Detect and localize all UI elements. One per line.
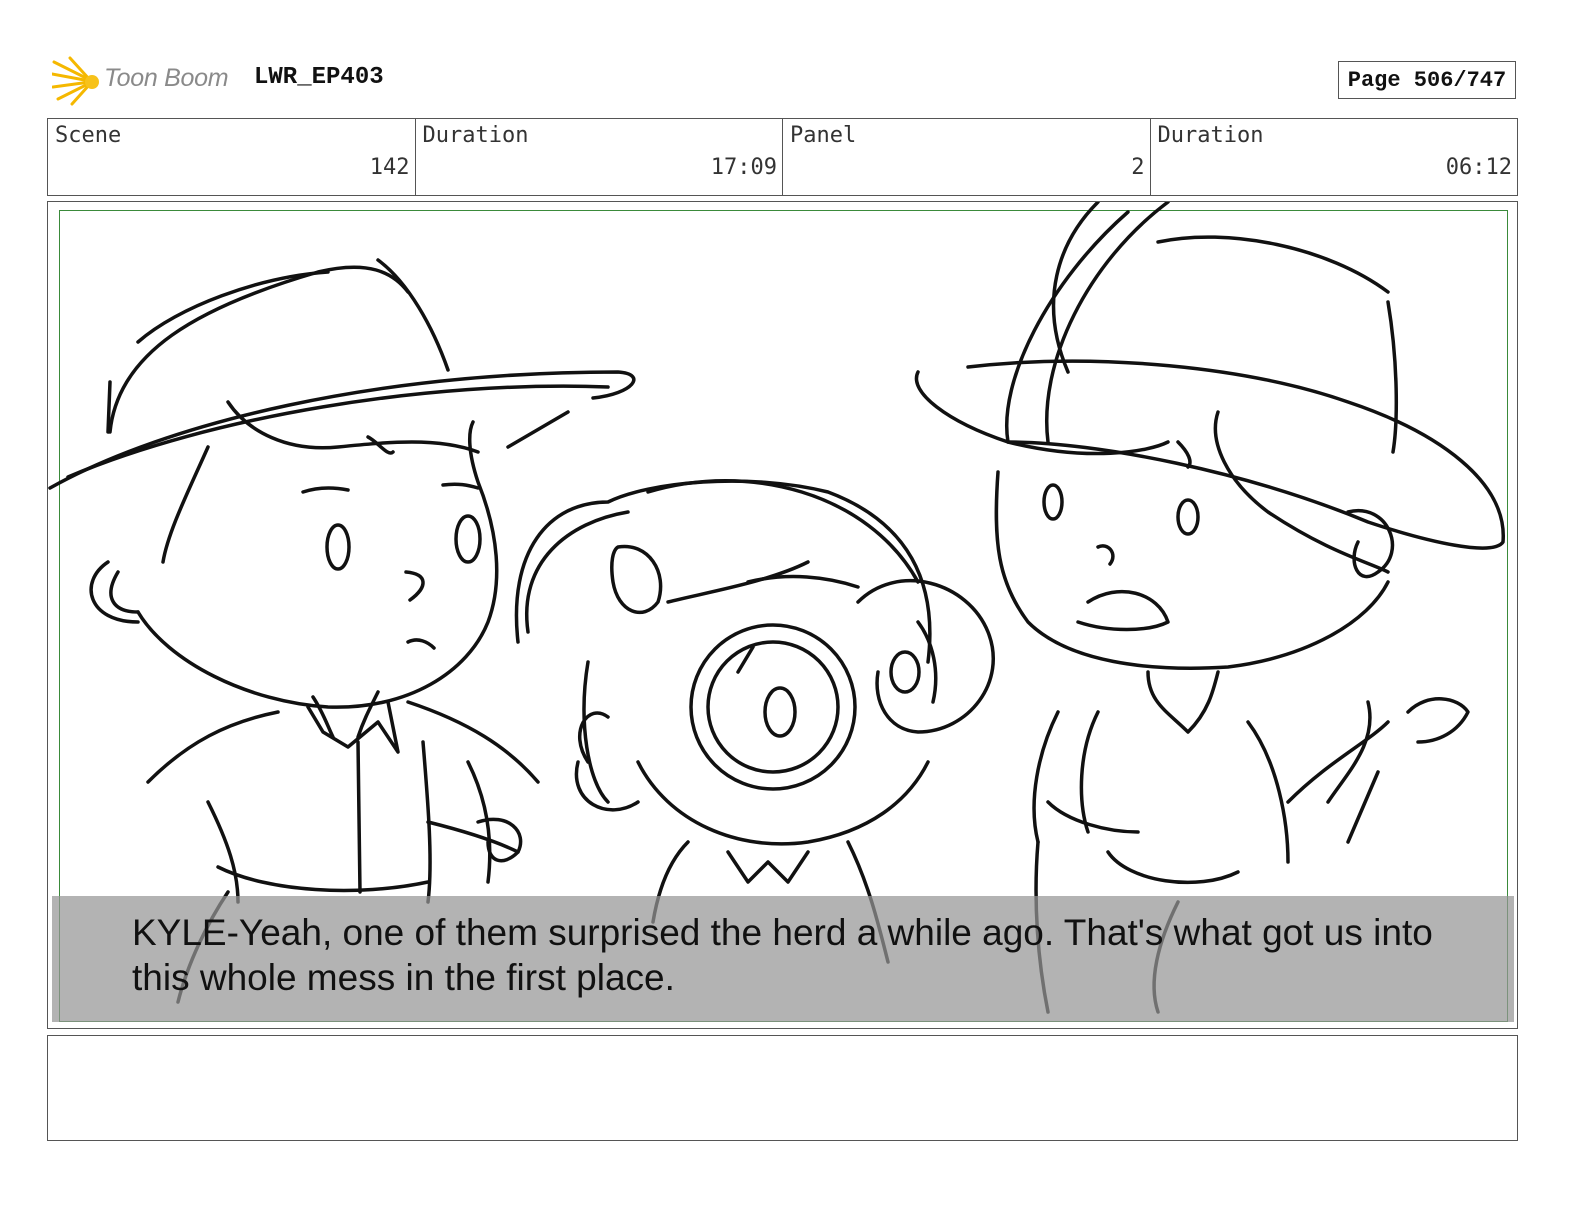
panel-cell: Panel 2 bbox=[783, 119, 1151, 195]
middle-character-sketch bbox=[514, 479, 995, 964]
panel-label: Panel bbox=[790, 123, 857, 148]
left-character-sketch bbox=[48, 258, 636, 1004]
panel-duration-label: Duration bbox=[1157, 123, 1264, 148]
scene-duration-label: Duration bbox=[422, 123, 529, 148]
panel-duration-cell: Duration 06:12 bbox=[1151, 119, 1518, 195]
scene-cell: Scene 142 bbox=[48, 119, 416, 195]
dialogue-caption-bar: KYLE-Yeah, one of them surprised the her… bbox=[52, 896, 1514, 1022]
page-indicator: Page 506/747 bbox=[1338, 61, 1516, 99]
logo-text: Toon Boom bbox=[104, 64, 229, 92]
scene-label: Scene bbox=[55, 123, 122, 148]
panel-notes-box bbox=[47, 1035, 1518, 1141]
right-character-sketch bbox=[914, 202, 1505, 1014]
storyboard-panel: KYLE-Yeah, one of them surprised the her… bbox=[47, 201, 1518, 1029]
scene-info-table: Scene 142 Duration 17:09 Panel 2 Duratio… bbox=[47, 118, 1518, 196]
project-title: LWR_EP403 bbox=[254, 64, 384, 91]
scene-duration-cell: Duration 17:09 bbox=[416, 119, 783, 195]
panel-duration-value: 06:12 bbox=[1445, 155, 1512, 180]
dialogue-caption: KYLE-Yeah, one of them surprised the her… bbox=[132, 912, 1433, 998]
scene-duration-value: 17:09 bbox=[710, 155, 777, 180]
panel-value: 2 bbox=[1131, 155, 1145, 180]
scene-value: 142 bbox=[369, 155, 410, 180]
